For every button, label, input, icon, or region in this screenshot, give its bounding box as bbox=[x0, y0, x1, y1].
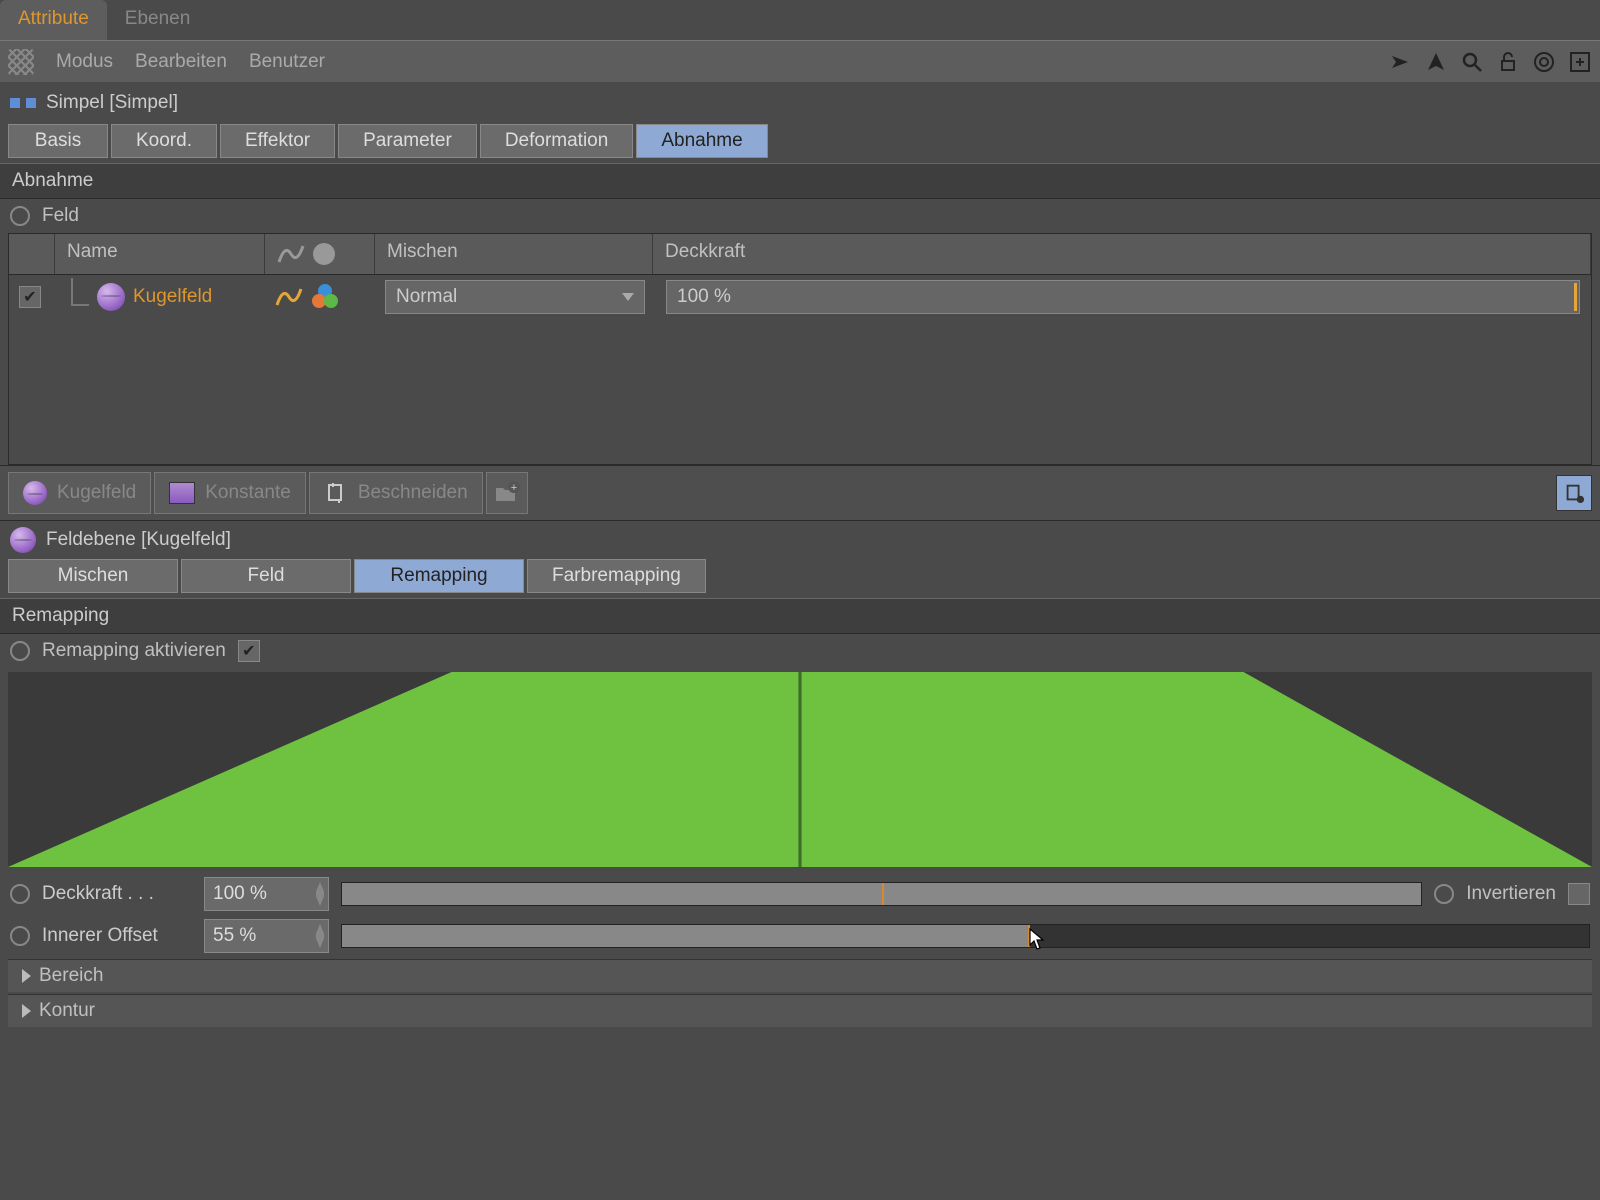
tab-abnahme[interactable]: Abnahme bbox=[636, 124, 767, 158]
remapping-enable-label: Remapping aktivieren bbox=[42, 640, 226, 662]
beschneiden-button[interactable]: Beschneiden bbox=[309, 472, 483, 514]
col-deckkraft-header: Deckkraft bbox=[653, 234, 1591, 274]
collapse-kontur-label: Kontur bbox=[39, 1000, 95, 1022]
chevron-down-icon bbox=[622, 293, 634, 301]
beschneiden-button-label: Beschneiden bbox=[358, 482, 468, 504]
link-icon bbox=[1563, 482, 1585, 504]
crop-icon bbox=[324, 481, 348, 505]
col-check-header bbox=[9, 234, 55, 274]
collapse-bereich-label: Bereich bbox=[39, 965, 103, 987]
lock-icon[interactable] bbox=[1496, 50, 1520, 74]
deckkraft-label: Deckkraft . . . bbox=[42, 883, 192, 905]
collapse-kontur[interactable]: Kontur bbox=[8, 994, 1592, 1027]
konstante-button-label: Konstante bbox=[205, 482, 291, 504]
tab-ebenen[interactable]: Ebenen bbox=[107, 0, 209, 40]
feld-radio[interactable] bbox=[10, 206, 30, 226]
tab-deformation[interactable]: Deformation bbox=[480, 124, 634, 158]
col-name-header: Name bbox=[55, 234, 265, 274]
menu-benutzer[interactable]: Benutzer bbox=[249, 51, 325, 73]
inner-offset-label: Innerer Offset bbox=[42, 925, 192, 947]
sphere-field-icon bbox=[97, 283, 125, 311]
color-tri-icon[interactable] bbox=[311, 283, 339, 311]
row-opacity-value: 100 % bbox=[677, 286, 731, 307]
field-layer-icon bbox=[10, 527, 36, 553]
cursor-icon bbox=[1028, 927, 1046, 951]
menu-bearbeiten[interactable]: Bearbeiten bbox=[135, 51, 227, 73]
collapse-bereich[interactable]: Bereich bbox=[8, 959, 1592, 992]
blend-mode-dropdown[interactable]: Normal bbox=[385, 280, 645, 314]
remapping-enable-checkbox[interactable]: ✔ bbox=[238, 640, 260, 662]
invert-radio[interactable] bbox=[1434, 884, 1454, 904]
add-panel-icon[interactable] bbox=[1568, 50, 1592, 74]
feld-label: Feld bbox=[42, 205, 79, 227]
inner-offset-value: 55 % bbox=[213, 925, 256, 946]
tab-koord[interactable]: Koord. bbox=[111, 124, 217, 158]
simpel-object-icon bbox=[10, 92, 36, 114]
deckkraft-value: 100 % bbox=[213, 883, 267, 904]
deckkraft-input[interactable]: 100 % bbox=[204, 877, 329, 911]
tab-mischen[interactable]: Mischen bbox=[8, 559, 178, 593]
folder-plus-icon: + bbox=[493, 479, 521, 507]
row-opacity-field[interactable]: 100 % bbox=[666, 280, 1580, 314]
blend-mode-value: Normal bbox=[396, 286, 457, 308]
inner-offset-slider[interactable] bbox=[341, 924, 1590, 948]
value-curve-header-icon bbox=[277, 242, 305, 266]
nav-up-icon[interactable] bbox=[1424, 50, 1448, 74]
remapping-enable-radio[interactable] bbox=[10, 641, 30, 661]
deckkraft-slider[interactable] bbox=[341, 882, 1422, 906]
menu-modus[interactable]: Modus bbox=[56, 51, 113, 73]
inner-offset-input[interactable]: 55 % bbox=[204, 919, 329, 953]
constant-icon bbox=[169, 482, 195, 504]
add-layer-button[interactable]: + bbox=[486, 472, 528, 514]
nav-back-icon[interactable] bbox=[1388, 50, 1412, 74]
object-title: Simpel [Simpel] bbox=[46, 92, 178, 114]
section-remapping-header: Remapping bbox=[0, 598, 1600, 634]
tab-parameter[interactable]: Parameter bbox=[338, 124, 477, 158]
chevron-right-icon bbox=[22, 1004, 31, 1018]
col-mischen-header: Mischen bbox=[375, 234, 653, 274]
field-layer-title: Feldebene [Kugelfeld] bbox=[46, 529, 231, 551]
section-abnahme-header: Abnahme bbox=[0, 163, 1600, 199]
svg-text:+: + bbox=[510, 482, 516, 494]
inner-offset-radio[interactable] bbox=[10, 926, 30, 946]
invert-label: Invertieren bbox=[1466, 883, 1556, 905]
search-icon[interactable] bbox=[1460, 50, 1484, 74]
tab-farbremapping[interactable]: Farbremapping bbox=[527, 559, 706, 593]
tab-attribute[interactable]: Attribute bbox=[0, 0, 107, 40]
chevron-right-icon bbox=[22, 969, 31, 983]
row-name: Kugelfeld bbox=[133, 286, 212, 308]
invert-checkbox[interactable] bbox=[1568, 883, 1590, 905]
tab-remapping[interactable]: Remapping bbox=[354, 559, 524, 593]
table-empty-area[interactable] bbox=[9, 319, 1591, 464]
color-header-icon bbox=[311, 241, 337, 267]
deckkraft-radio[interactable] bbox=[10, 884, 30, 904]
remapping-graph[interactable] bbox=[8, 672, 1592, 867]
target-icon[interactable] bbox=[1532, 50, 1556, 74]
tab-effektor[interactable]: Effektor bbox=[220, 124, 335, 158]
row-enable-checkbox[interactable]: ✔ bbox=[19, 286, 41, 308]
tab-basis[interactable]: Basis bbox=[8, 124, 108, 158]
tab-feld[interactable]: Feld bbox=[181, 559, 351, 593]
table-row[interactable]: ✔ Kugelfeld Normal 100 % bbox=[9, 275, 1591, 319]
sphere-icon bbox=[23, 481, 47, 505]
link-button[interactable] bbox=[1556, 475, 1592, 511]
grid-icon[interactable] bbox=[8, 49, 34, 75]
kugelfeld-button[interactable]: Kugelfeld bbox=[8, 472, 151, 514]
value-curve-icon[interactable] bbox=[275, 285, 303, 309]
col-icons-header bbox=[265, 234, 375, 274]
tree-elbow-icon bbox=[71, 278, 89, 306]
konstante-button[interactable]: Konstante bbox=[154, 472, 306, 514]
field-table: Name Mischen Deckkraft ✔ Kugelfeld Nor bbox=[8, 233, 1592, 465]
kugelfeld-button-label: Kugelfeld bbox=[57, 482, 136, 504]
